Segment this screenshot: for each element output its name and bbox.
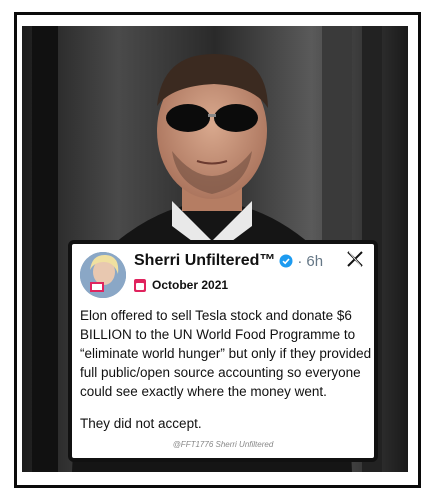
tweet-date: October 2021 (152, 278, 229, 292)
author-row: Sherri Unfiltered™ · 6h (134, 252, 323, 270)
verified-badge-icon (279, 254, 293, 268)
time-separator: · (297, 252, 303, 270)
calendar-icon (134, 278, 146, 292)
watermark-credit: @FFT1776 Sherri Unfiltered (172, 440, 274, 449)
author-name[interactable]: Sherri Unfiltered™ (134, 252, 275, 270)
tweet-card[interactable]: Sherri Unfiltered™ · 6h October 2021 Elo… (68, 240, 378, 462)
avatar-image-icon (80, 252, 126, 298)
tweet-body-paragraph-1: Elon offered to sell Tesla stock and don… (80, 308, 372, 399)
x-logo-icon[interactable] (346, 250, 364, 268)
date-row: October 2021 (134, 278, 228, 292)
timestamp[interactable]: 6h (306, 253, 323, 270)
author-avatar[interactable] (80, 252, 126, 298)
tweet-body-paragraph-2: They did not accept. (80, 416, 202, 431)
